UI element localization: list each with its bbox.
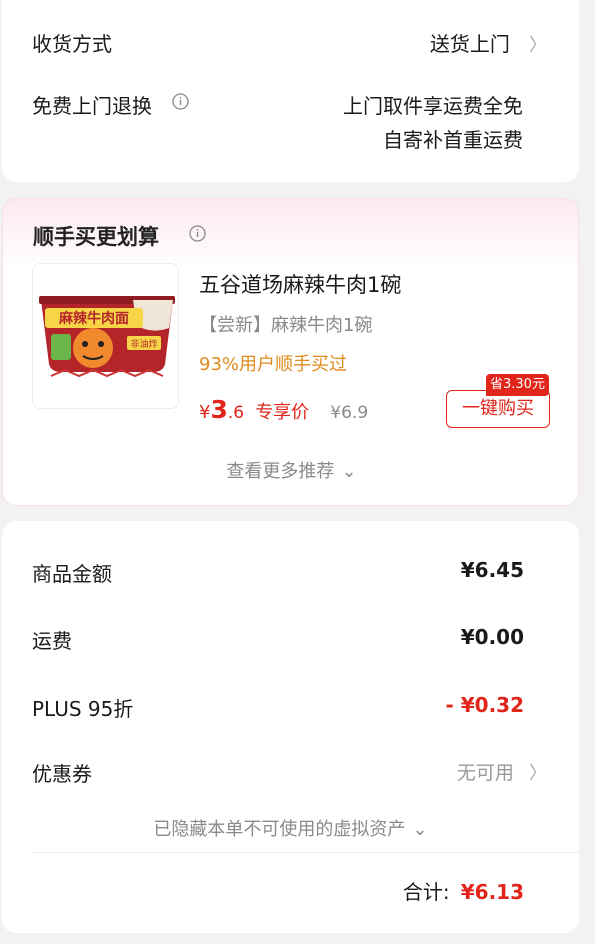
free-return-line1: 上门取件享运费全免 [343,94,523,118]
plus-discount-value: - ¥0.32 [445,693,524,717]
plus-discount-label: PLUS 95折 [32,697,134,721]
info-icon[interactable] [172,93,189,114]
price-integer: 3 [210,395,228,424]
delivery-method-label: 收货方式 [32,32,112,56]
view-more-label: 查看更多推荐 [226,461,335,482]
product-thumbnail[interactable]: 麻辣牛肉面 非油炸 [32,263,179,409]
coupon-selector[interactable]: 无可用 〉 [457,758,547,785]
package-badge: 非油炸 [130,338,157,350]
total-value: ¥6.13 [460,880,524,904]
total-label: 合计: [402,880,450,904]
shipping-label: 运费 [32,629,72,653]
price-tag: 专享价 [255,402,310,423]
original-price: ¥6.9 [330,403,369,423]
free-return-label: 免费上门退换 [32,94,152,118]
addon-card: 顺手买更划算 麻辣牛肉面 非油炸 五谷道场麻辣牛肉1碗 【尝新】麻辣牛肉1碗 9… [2,198,579,506]
goods-amount-label: 商品金额 [32,562,112,586]
goods-amount-value: ¥6.45 [460,558,524,582]
summary-card: 商品金额 ¥6.45 运费 ¥0.00 PLUS 95折 - ¥0.32 优惠券… [2,521,579,933]
coupon-value: 无可用 [456,762,514,784]
price-decimal: .6 [227,403,245,423]
product-bought-rate: 93%用户顺手买过 [199,354,348,375]
chevron-down-icon: ⌄ [412,819,428,840]
delivery-method-value: 送货上门 [429,32,510,56]
shipping-value: ¥0.00 [460,625,524,649]
price-symbol: ¥ [199,402,211,423]
coupon-label: 优惠券 [32,762,92,786]
save-badge: 省3.30元 [486,374,549,396]
delivery-method-selector[interactable]: 送货上门 〉 [430,28,547,57]
total-row: 合计: ¥6.13 [403,876,524,905]
hidden-assets-note: 已隐藏本单不可使用的虚拟资产 [153,819,406,840]
chevron-down-icon: ⌄ [341,461,357,482]
addon-title: 顺手买更划算 [33,225,159,249]
chevron-right-icon: 〉 [529,763,547,784]
package-title: 麻辣牛肉面 [58,310,129,327]
divider [32,852,579,853]
product-tag: 【尝新】麻辣牛肉1碗 [199,315,373,336]
chevron-right-icon: 〉 [529,35,547,56]
free-return-line2: 自寄补首重运费 [383,128,523,152]
hidden-assets-toggle[interactable]: 已隐藏本单不可使用的虚拟资产 ⌄ [2,815,579,841]
delivery-card: 收货方式 送货上门 〉 免费上门退换 上门取件享运费全免 自寄补首重运费 [2,0,579,182]
product-price: ¥3.6 专享价 ¥6.9 [199,395,368,424]
product-name[interactable]: 五谷道场麻辣牛肉1碗 [199,269,401,299]
view-more-link[interactable]: 查看更多推荐 ⌄ [3,457,580,483]
info-icon[interactable] [189,225,206,246]
